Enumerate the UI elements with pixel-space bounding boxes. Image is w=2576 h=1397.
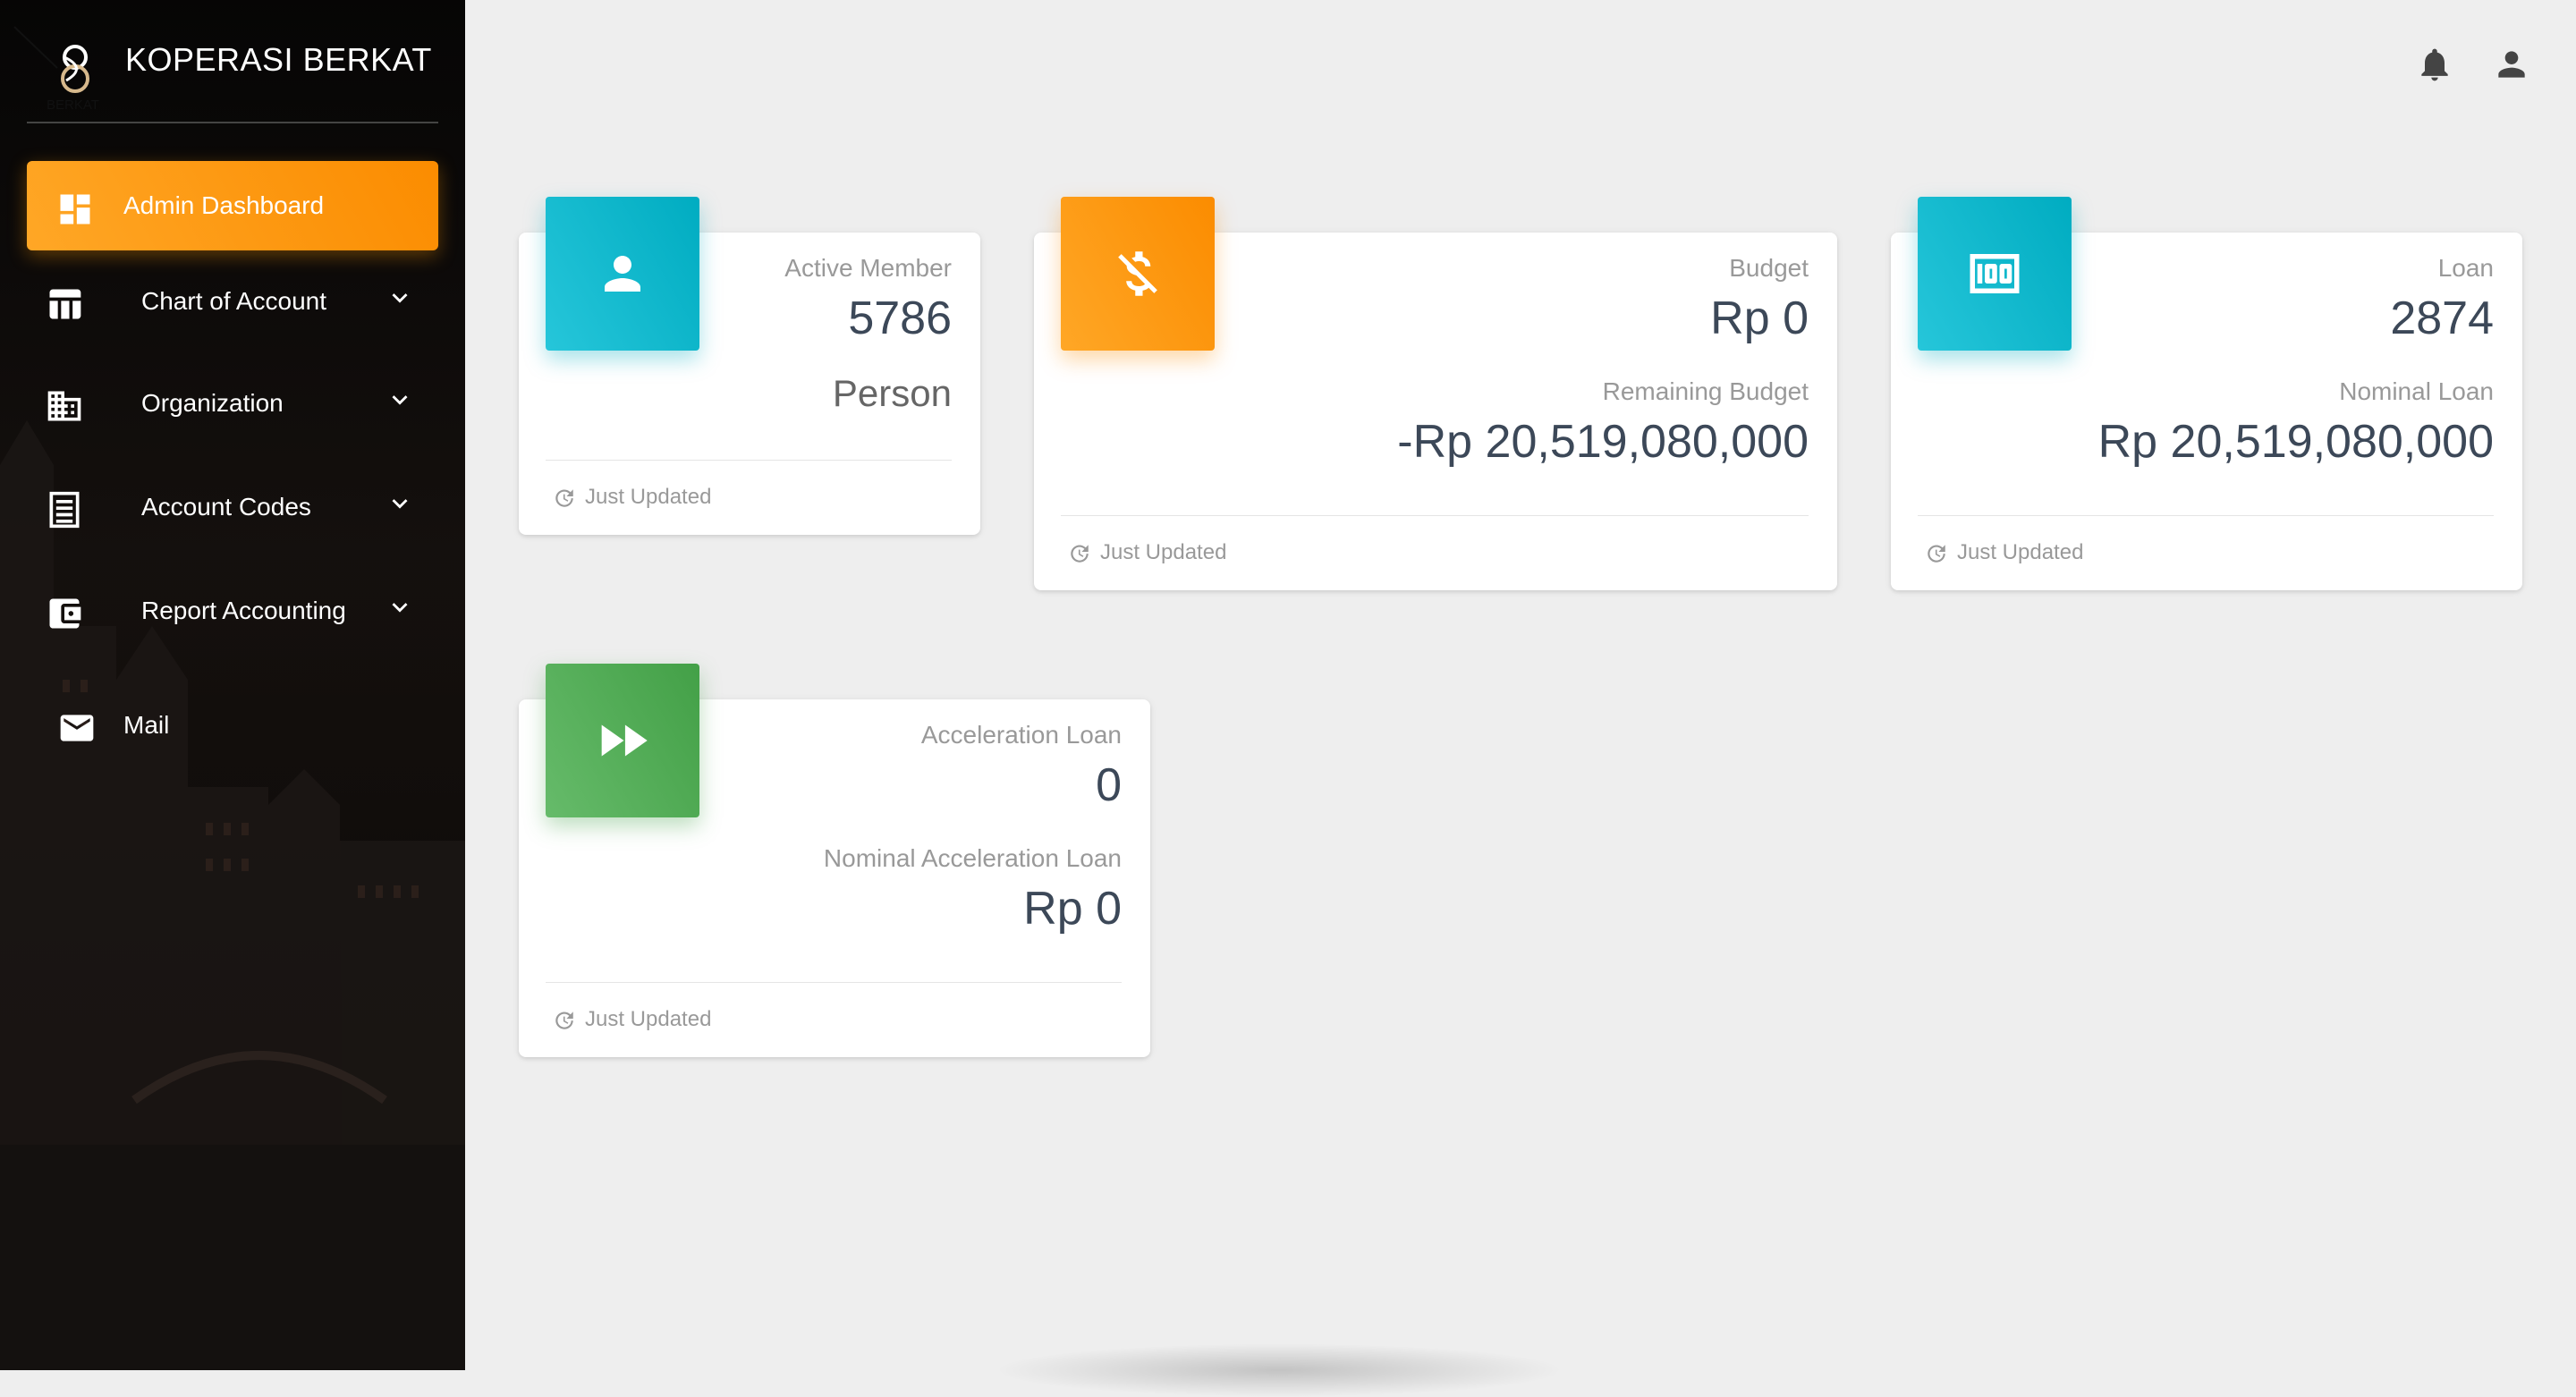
card-unit: Person [832,372,952,414]
card-footer-text: Just Updated [585,1007,712,1031]
card-footer-text: Just Updated [1957,540,2084,564]
card-footer: Just Updated [1068,540,1226,565]
sidebar-item-label: Report Accounting [141,597,346,624]
building-icon [47,391,81,421]
sidebar-item-mail[interactable]: Mail [27,682,438,771]
sidebar-item-admin-dashboard[interactable]: Admin Dashboard [27,161,438,250]
acceleration-loan-card-icon [546,664,699,817]
card-category: Loan [2437,254,2494,282]
sidebar-item-report-accounting[interactable]: Report Accounting [27,567,438,656]
user-account-icon[interactable] [2492,45,2531,84]
card-divider [546,982,1122,983]
card-sub-value: Rp 0 [1023,883,1122,935]
chevron-down-icon[interactable] [385,385,415,415]
mail-icon [60,715,94,741]
footer-shadow [993,1343,1565,1397]
card-value: Rp 0 [1710,292,1809,344]
card-footer: Just Updated [553,485,711,510]
brand-logo-text: BERKAT [47,97,99,113]
sidebar-item-label: Admin Dashboard [123,191,325,219]
dashboard-icon [60,194,90,224]
loan-card: Loan 2874 Nominal Loan Rp 20,519,080,000… [1891,197,2522,590]
list-icon [49,491,80,529]
dollar-sign-icon [1118,251,1157,296]
active-member-card: Active Member 5786 Person Just Updated [519,197,980,535]
card-footer-text: Just Updated [1100,540,1227,564]
sidebar-item-chart-of-account[interactable]: Chart of Account [27,258,438,347]
budget-card-icon [1061,197,1215,351]
sidebar-item-label: Organization [141,389,284,417]
chevron-down-icon[interactable] [385,592,415,622]
card-sub-category: Remaining Budget [1602,377,1809,405]
money-bill-icon [1970,254,2020,293]
update-icon [1928,544,1945,563]
brand-name[interactable]: KOPERASI BERKAT [125,41,432,79]
card-divider [1061,515,1809,516]
update-icon [555,488,573,507]
card-footer-text: Just Updated [585,485,712,509]
card-sub-value: -Rp 20,519,080,000 [1397,416,1809,468]
active-member-card-icon [546,197,699,351]
sidebar-item-label: Account Codes [141,493,311,521]
notification-bell-icon[interactable] [2415,45,2454,84]
chevron-down-icon[interactable] [385,488,415,519]
sidebar-item-label: Chart of Account [141,287,327,315]
card-footer: Just Updated [1925,540,2083,565]
card-divider [1918,515,2494,516]
wallet-icon [49,598,81,629]
update-icon [1071,544,1089,563]
card-footer: Just Updated [553,1007,711,1032]
acceleration-loan-card: Acceleration Loan 0 Nominal Acceleration… [519,664,1150,1057]
card-category: Active Member [784,254,952,282]
brand: BERKAT KOPERASI BERKAT [0,0,465,125]
card-sub-value: Rp 20,519,080,000 [2097,416,2494,468]
update-icon [555,1011,573,1029]
card-value: 5786 [848,292,952,344]
sidebar-item-organization[interactable]: Organization [27,360,438,449]
brand-divider [27,122,438,123]
card-sub-category: Nominal Acceleration Loan [823,844,1122,872]
table-icon [49,289,81,319]
card-divider [546,460,952,461]
chevron-down-icon[interactable] [385,283,415,313]
sidebar-item-label: Mail [123,711,170,739]
card-value: 0 [1096,759,1122,811]
sidebar: BERKAT KOPERASI BERKAT Admin Dashboard C… [0,0,465,1370]
person-icon [605,256,640,292]
brand-logo[interactable]: BERKAT [13,23,111,113]
sidebar-item-account-codes[interactable]: Account Codes [27,463,438,553]
fast-forward-icon [601,724,648,757]
card-category: Acceleration Loan [920,721,1122,749]
card-value: 2874 [2390,292,2494,344]
loan-card-icon [1918,197,2072,351]
card-sub-category: Nominal Loan [2339,377,2494,405]
budget-card: Budget Rp 0 Remaining Budget -Rp 20,519,… [1034,197,1837,590]
card-category: Budget [1729,254,1809,282]
